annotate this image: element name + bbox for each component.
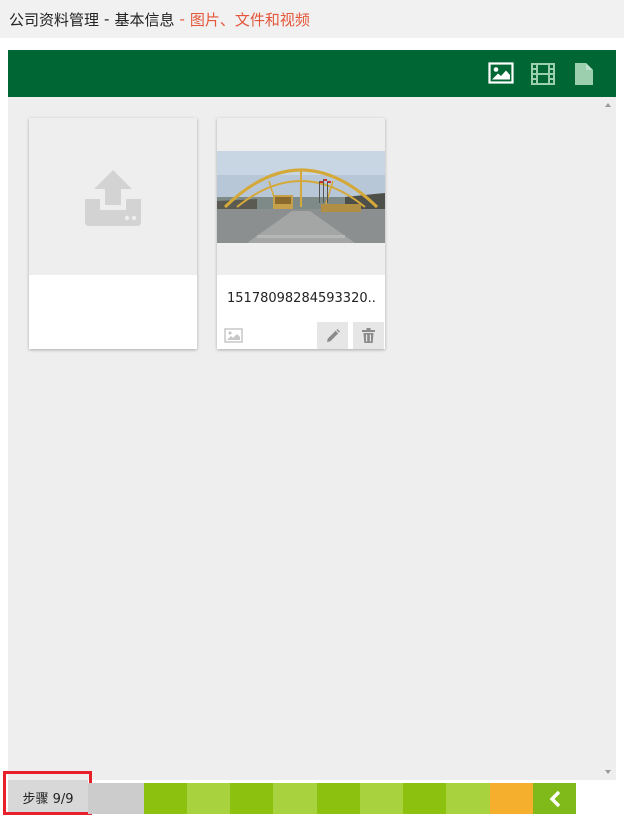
step-segment[interactable] (144, 783, 187, 814)
step-progress-bar: 步骤 9/9 (0, 771, 624, 815)
media-card[interactable]: 15178098284593320... (217, 118, 385, 349)
back-button[interactable] (533, 783, 576, 814)
step-segment[interactable] (230, 783, 273, 814)
upload-icon (85, 170, 141, 226)
media-file-name: 15178098284593320... (227, 291, 377, 306)
image-icon[interactable] (488, 62, 514, 86)
step-segment-current[interactable] (490, 783, 533, 814)
page: 公司资料管理 - 基本信息 - 图片、文件和视频 151780982845933… (0, 0, 624, 820)
breadcrumb-section: 公司资料管理 (9, 10, 100, 29)
breadcrumb: 公司资料管理 - 基本信息 - 图片、文件和视频 (0, 0, 624, 38)
trash-icon (362, 328, 375, 343)
step-segment[interactable] (403, 783, 446, 814)
media-thumbnail[interactable] (217, 118, 385, 275)
step-segment[interactable] (360, 783, 403, 814)
film-icon[interactable] (530, 62, 556, 86)
breadcrumb-current: 图片、文件和视频 (189, 10, 310, 29)
file-icon[interactable] (574, 62, 594, 86)
step-segment[interactable] (446, 783, 490, 814)
vertical-scrollbar[interactable] (600, 97, 616, 780)
scroll-up-icon[interactable] (605, 103, 611, 107)
delete-button[interactable] (353, 322, 384, 349)
step-segment[interactable] (273, 783, 317, 814)
breadcrumb-separator-current: - (179, 10, 185, 28)
upload-dropzone[interactable] (29, 118, 197, 275)
pencil-icon (326, 328, 340, 342)
upload-card[interactable] (29, 118, 197, 349)
step-segment[interactable] (317, 783, 360, 814)
breadcrumb-separator: - (104, 10, 110, 28)
step-segment[interactable] (88, 783, 144, 814)
image-icon (224, 328, 243, 347)
breadcrumb-subsection: 基本信息 (114, 10, 175, 29)
edit-button[interactable] (317, 322, 348, 349)
scroll-down-icon[interactable] (605, 770, 611, 774)
media-toolbar (8, 50, 616, 97)
chevron-left-icon (549, 790, 560, 807)
media-gallery: 15178098284593320... (8, 97, 616, 780)
gate-photo (217, 151, 385, 243)
step-indicator: 步骤 9/9 (8, 780, 88, 814)
step-segment[interactable] (187, 783, 230, 814)
